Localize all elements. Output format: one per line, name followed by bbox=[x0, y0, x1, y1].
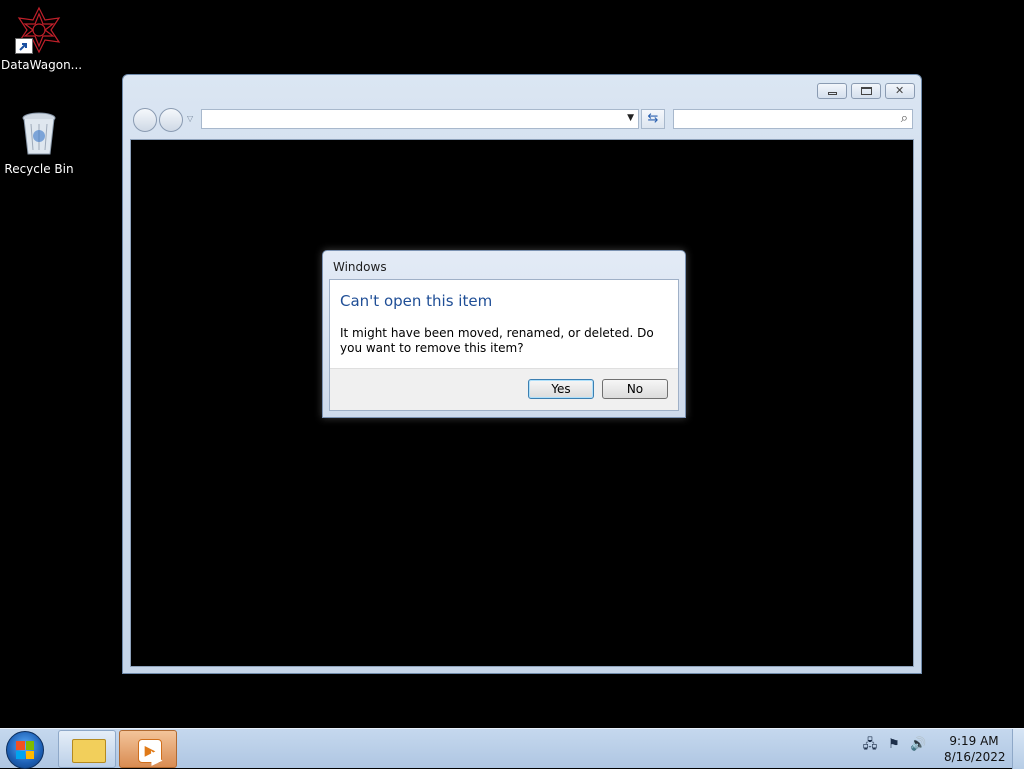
refresh-button[interactable]: ⇆ bbox=[641, 109, 665, 129]
desktop-icon-recycle-bin[interactable]: Recycle Bin bbox=[1, 110, 77, 176]
clock-time: 9:19 AM bbox=[949, 734, 999, 748]
yes-button[interactable]: Yes bbox=[528, 379, 594, 399]
shortcut-arrow-icon bbox=[15, 38, 33, 54]
refresh-icon: ⇆ bbox=[647, 111, 659, 126]
dialog-message: It might have been moved, renamed, or de… bbox=[340, 326, 654, 355]
forward-button[interactable] bbox=[159, 108, 183, 132]
start-button[interactable] bbox=[6, 731, 44, 769]
desktop-icon-label: DataWagon... bbox=[1, 58, 83, 72]
system-tray: 🖧 ⚑ 🔊 bbox=[862, 737, 926, 753]
taskbar-explorer-button[interactable] bbox=[58, 730, 116, 768]
clock[interactable]: 9:19 AM 8/16/2022 bbox=[944, 733, 1006, 765]
clock-date: 8/16/2022 bbox=[944, 750, 1006, 764]
recycle-bin-icon bbox=[15, 110, 63, 158]
volume-icon[interactable]: 🔊 bbox=[910, 737, 926, 753]
dialog-heading: Can't open this item bbox=[340, 292, 493, 310]
dialog-title: Windows bbox=[333, 260, 387, 274]
close-button[interactable]: ✕ bbox=[885, 83, 915, 99]
action-center-flag-icon[interactable]: ⚑ bbox=[886, 737, 902, 753]
back-button[interactable] bbox=[133, 108, 157, 132]
navigation-bar: ▽ ▼ ⇆ ⌕ bbox=[131, 107, 915, 133]
desktop-icon-label: Recycle Bin bbox=[4, 162, 74, 176]
close-icon: ✕ bbox=[895, 84, 905, 97]
error-dialog: Windows Can't open this item It might ha… bbox=[322, 250, 686, 418]
address-bar[interactable]: ▼ bbox=[201, 109, 639, 129]
taskbar-media-player-button[interactable]: ▶ bbox=[119, 730, 177, 768]
no-button[interactable]: No bbox=[602, 379, 668, 399]
folder-icon bbox=[72, 739, 106, 763]
minimize-icon bbox=[828, 92, 837, 95]
dialog-body: Can't open this item It might have been … bbox=[329, 279, 679, 411]
desktop-icon-datawagon[interactable]: DataWagon... bbox=[1, 6, 83, 72]
datawagon-icon bbox=[15, 6, 63, 54]
windows-logo-icon bbox=[16, 741, 34, 759]
minimize-button[interactable] bbox=[817, 83, 847, 99]
window-controls: ✕ bbox=[817, 83, 915, 99]
maximize-button[interactable] bbox=[851, 83, 881, 99]
maximize-icon bbox=[861, 87, 872, 95]
recent-pages-dropdown-icon[interactable]: ▽ bbox=[187, 114, 193, 123]
search-icon: ⌕ bbox=[900, 111, 908, 126]
chevron-down-icon[interactable]: ▼ bbox=[627, 113, 634, 123]
search-box[interactable]: ⌕ bbox=[673, 109, 913, 129]
show-desktop-button[interactable] bbox=[1012, 729, 1024, 769]
network-icon[interactable]: 🖧 bbox=[862, 737, 878, 753]
dialog-footer: Yes No bbox=[330, 368, 678, 410]
